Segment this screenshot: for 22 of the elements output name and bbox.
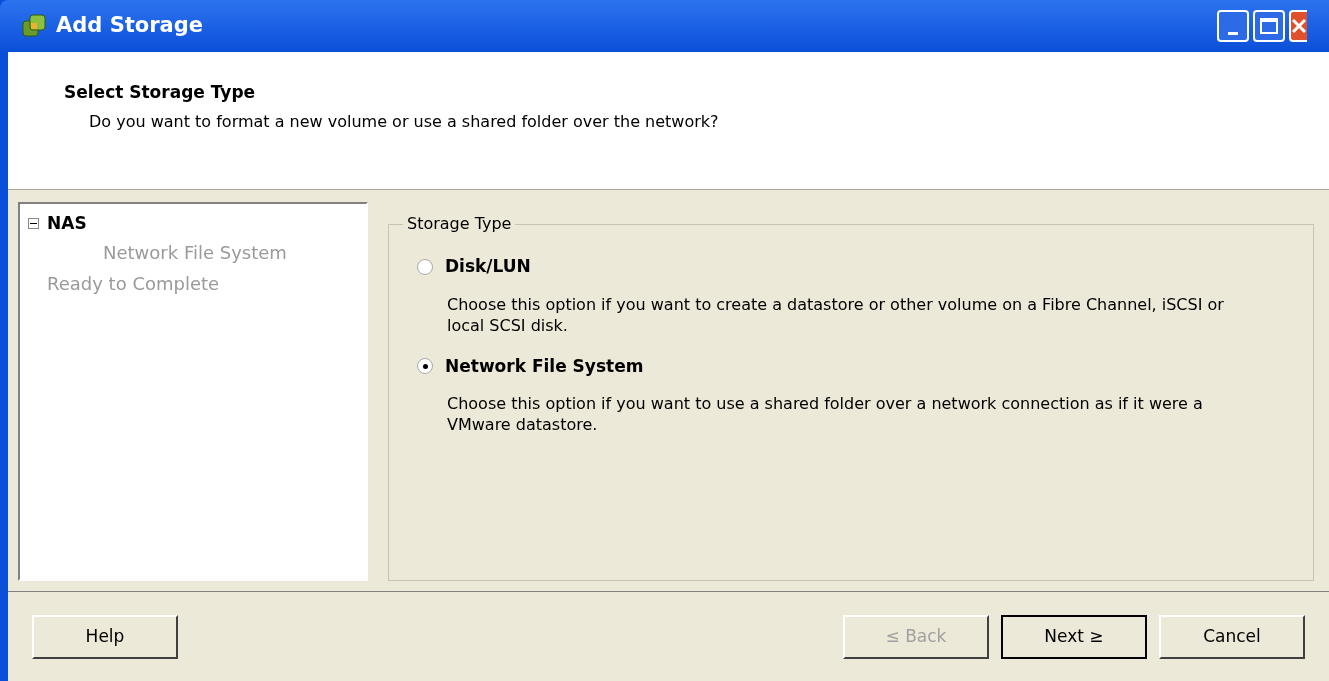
option-description: Choose this option if you want to create a datastore or other volume on a Fibre Channel, iSCSI or local SCSI disk. — [447, 293, 1225, 336]
step-label: Ready to Complete — [47, 272, 220, 296]
help-button[interactable]: Help — [32, 614, 178, 659]
close-button[interactable] — [1289, 10, 1307, 42]
option-label[interactable]: Disk/LUN — [445, 254, 531, 280]
group-legend: Storage Type — [403, 212, 516, 236]
radio-button[interactable] — [417, 358, 433, 375]
minimize-button[interactable] — [1217, 10, 1249, 42]
option-description: Choose this option if you want to use a shared folder over a network connection as if it were a VMware datastore. — [447, 393, 1204, 435]
page-subtitle: Do you want to format a new volume or use a shared folder over the network? — [88, 110, 720, 133]
option-label[interactable]: Network File System — [445, 353, 644, 379]
dialog-button[interactable]: Next ≥ — [1001, 614, 1147, 659]
app-icon — [22, 14, 46, 38]
maximize-button[interactable] — [1253, 10, 1285, 42]
collapse-icon[interactable] — [28, 217, 39, 229]
dialog-button[interactable]: Cancel — [1159, 614, 1305, 659]
close-icon — [1291, 18, 1307, 34]
step-label: Network File System — [103, 242, 287, 263]
page-title: Select Storage Type — [64, 81, 257, 104]
radio-button[interactable] — [417, 258, 433, 275]
step-label: NAS — [47, 212, 87, 235]
window-title: Add Storage — [56, 12, 204, 40]
